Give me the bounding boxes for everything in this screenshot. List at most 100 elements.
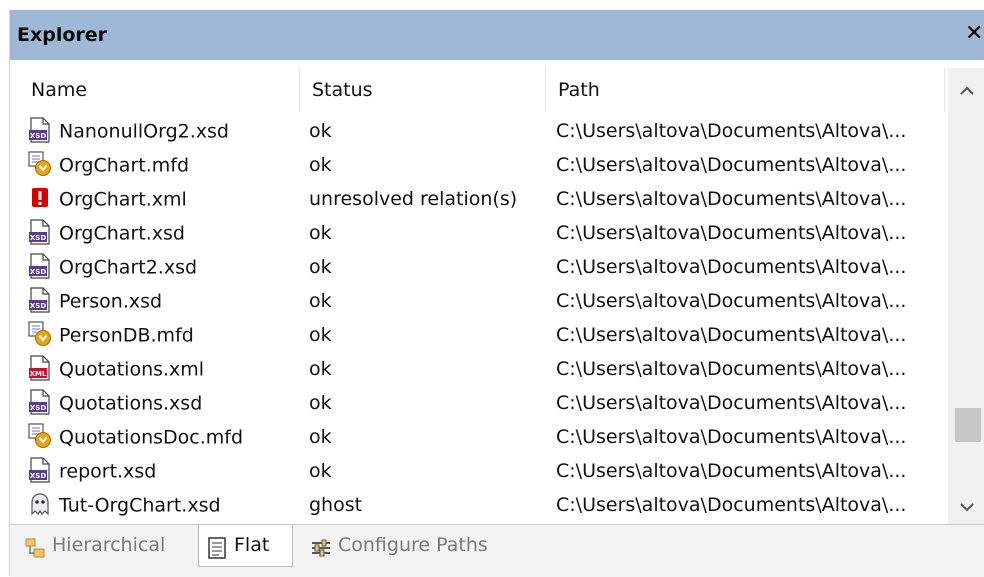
tab-configure-paths[interactable]: Configure Paths: [310, 525, 540, 565]
scroll-down-arrow-icon[interactable]: [948, 490, 984, 524]
column-header: Name Status Path: [10, 68, 945, 112]
table-row[interactable]: XSD OrgChart2.xsd ok C:\Users\altova\Docum…: [10, 250, 945, 284]
table-row[interactable]: OrgChart.mfd ok C:\Users\altova\Documents\…: [10, 148, 945, 182]
close-icon[interactable]: ✕: [965, 21, 984, 47]
svg-text:XSD: XSD: [30, 132, 46, 140]
svg-text:XSD: XSD: [30, 234, 46, 242]
table-row[interactable]: XML Quotations.xml ok C:\Users\altova\Docu…: [10, 352, 945, 386]
file-name: Person.xsd: [59, 290, 163, 313]
configure-paths-icon: [310, 533, 332, 556]
tab-flat[interactable]: Flat: [198, 525, 293, 567]
mapping-file-icon: [27, 422, 53, 449]
scroll-up-arrow-icon[interactable]: [948, 74, 984, 108]
mapping-file-icon: [27, 150, 53, 177]
cell-status: ok: [309, 324, 332, 346]
cell-status: ok: [309, 154, 332, 176]
cell-path: C:\Users\altova\Documents\Altova\...: [556, 358, 907, 380]
tab-hierarchical-label: Hierarchical: [52, 534, 166, 556]
file-name: Quotations.xml: [59, 358, 205, 381]
xsd-file-icon: XSD: [27, 218, 53, 245]
cell-path: C:\Users\altova\Documents\Altova\...: [556, 188, 907, 210]
cell-path: C:\Users\altova\Documents\Altova\...: [556, 256, 907, 278]
file-name: QuotationsDoc.mfd: [59, 426, 244, 449]
file-list: XSD NanonullOrg2.xsd ok C:\Users\altova\Do…: [10, 114, 945, 524]
cell-path: C:\Users\altova\Documents\Altova\...: [556, 392, 907, 414]
xsd-file-icon: XSD: [27, 286, 53, 313]
svg-text:XSD: XSD: [30, 404, 46, 412]
file-name: report.xsd: [59, 460, 157, 483]
tab-hierarchical[interactable]: Hierarchical: [24, 525, 202, 565]
flat-list-icon: [206, 533, 228, 559]
cell-status: ghost: [309, 494, 363, 516]
cell-status: ok: [309, 460, 332, 482]
cell-path: C:\Users\altova\Documents\Altova\...: [556, 290, 907, 312]
cell-status: ok: [309, 426, 332, 448]
cell-path: C:\Users\altova\Documents\Altova\...: [556, 222, 907, 244]
file-name: OrgChart.xml: [59, 188, 187, 211]
cell-name: XSD Person.xsd: [27, 284, 297, 318]
cell-status: ok: [309, 358, 332, 380]
file-name: OrgChart.mfd: [59, 154, 190, 177]
table-row[interactable]: XSD report.xsd ok C:\Users\altova\Document…: [10, 454, 945, 488]
cell-name: XSD Quotations.xsd: [27, 386, 297, 420]
mapping-file-icon: [27, 320, 53, 347]
column-header-name[interactable]: Name: [13, 68, 300, 112]
xsd-file-icon: XSD: [27, 116, 53, 143]
view-tabs: Hierarchical Flat Configure Paths: [10, 524, 984, 577]
tab-flat-label: Flat: [234, 534, 270, 556]
column-header-status[interactable]: Status: [300, 68, 546, 112]
file-name: Quotations.xsd: [59, 392, 203, 415]
file-name: Tut-OrgChart.xsd: [59, 494, 221, 517]
cell-name: XSD OrgChart.xsd: [27, 216, 297, 250]
hierarchy-icon: [24, 533, 46, 557]
table-row[interactable]: QuotationsDoc.mfd ok C:\Users\altova\Docum…: [10, 420, 945, 454]
cell-status: ok: [309, 290, 332, 312]
scrollbar-thumb[interactable]: [955, 408, 981, 442]
svg-text:XSD: XSD: [30, 268, 46, 276]
error-icon: [27, 185, 53, 211]
column-header-path[interactable]: Path: [546, 68, 945, 112]
cell-name: OrgChart.mfd: [27, 148, 297, 182]
svg-text:XML: XML: [30, 370, 47, 378]
cell-name: OrgChart.xml: [27, 182, 297, 216]
xsd-file-icon: XSD: [27, 456, 53, 483]
cell-status: ok: [309, 222, 332, 244]
table-row[interactable]: XSD Person.xsd ok C:\Users\altova\Document…: [10, 284, 945, 318]
table-row[interactable]: Tut-OrgChart.xsd ghost C:\Users\altova\Doc…: [10, 488, 945, 522]
vertical-scrollbar[interactable]: [948, 68, 984, 524]
panel-title: Explorer: [17, 24, 108, 46]
cell-name: QuotationsDoc.mfd: [27, 420, 297, 454]
svg-text:XSD: XSD: [30, 302, 46, 310]
cell-status: ok: [309, 392, 332, 414]
cell-status: unresolved relation(s): [309, 188, 518, 210]
svg-text:XSD: XSD: [30, 472, 46, 480]
cell-path: C:\Users\altova\Documents\Altova\...: [556, 460, 907, 482]
table-row[interactable]: PersonDB.mfd ok C:\Users\altova\Documents\…: [10, 318, 945, 352]
cell-path: C:\Users\altova\Documents\Altova\...: [556, 120, 907, 142]
cell-status: ok: [309, 256, 332, 278]
ghost-icon: [27, 491, 53, 517]
file-name: OrgChart.xsd: [59, 222, 185, 245]
cell-path: C:\Users\altova\Documents\Altova\...: [556, 154, 907, 176]
file-name: OrgChart2.xsd: [59, 256, 198, 279]
xsd-file-icon: XSD: [27, 252, 53, 279]
cell-name: XSD NanonullOrg2.xsd: [27, 114, 297, 148]
cell-name: XSD OrgChart2.xsd: [27, 250, 297, 284]
cell-path: C:\Users\altova\Documents\Altova\...: [556, 494, 907, 516]
cell-status: ok: [309, 120, 332, 142]
table-row[interactable]: XSD OrgChart.xsd ok C:\Users\altova\Docume…: [10, 216, 945, 250]
cell-path: C:\Users\altova\Documents\Altova\...: [556, 426, 907, 448]
cell-name: XSD report.xsd: [27, 454, 297, 488]
tab-configure-paths-label: Configure Paths: [338, 534, 488, 556]
xml-file-icon: XML: [27, 354, 53, 381]
table-row[interactable]: XSD Quotations.xsd ok C:\Users\altova\Docu…: [10, 386, 945, 420]
file-name: PersonDB.mfd: [59, 324, 194, 347]
table-row[interactable]: XSD NanonullOrg2.xsd ok C:\Users\altova\Do…: [10, 114, 945, 148]
cell-name: XML Quotations.xml: [27, 352, 297, 386]
cell-name: PersonDB.mfd: [27, 318, 297, 352]
panel-titlebar: Explorer ✕: [10, 10, 984, 60]
xsd-file-icon: XSD: [27, 388, 53, 415]
cell-name: Tut-OrgChart.xsd: [27, 488, 297, 522]
table-row[interactable]: OrgChart.xml unresolved relation(s) C:\Use…: [10, 182, 945, 216]
cell-path: C:\Users\altova\Documents\Altova\...: [556, 324, 907, 346]
